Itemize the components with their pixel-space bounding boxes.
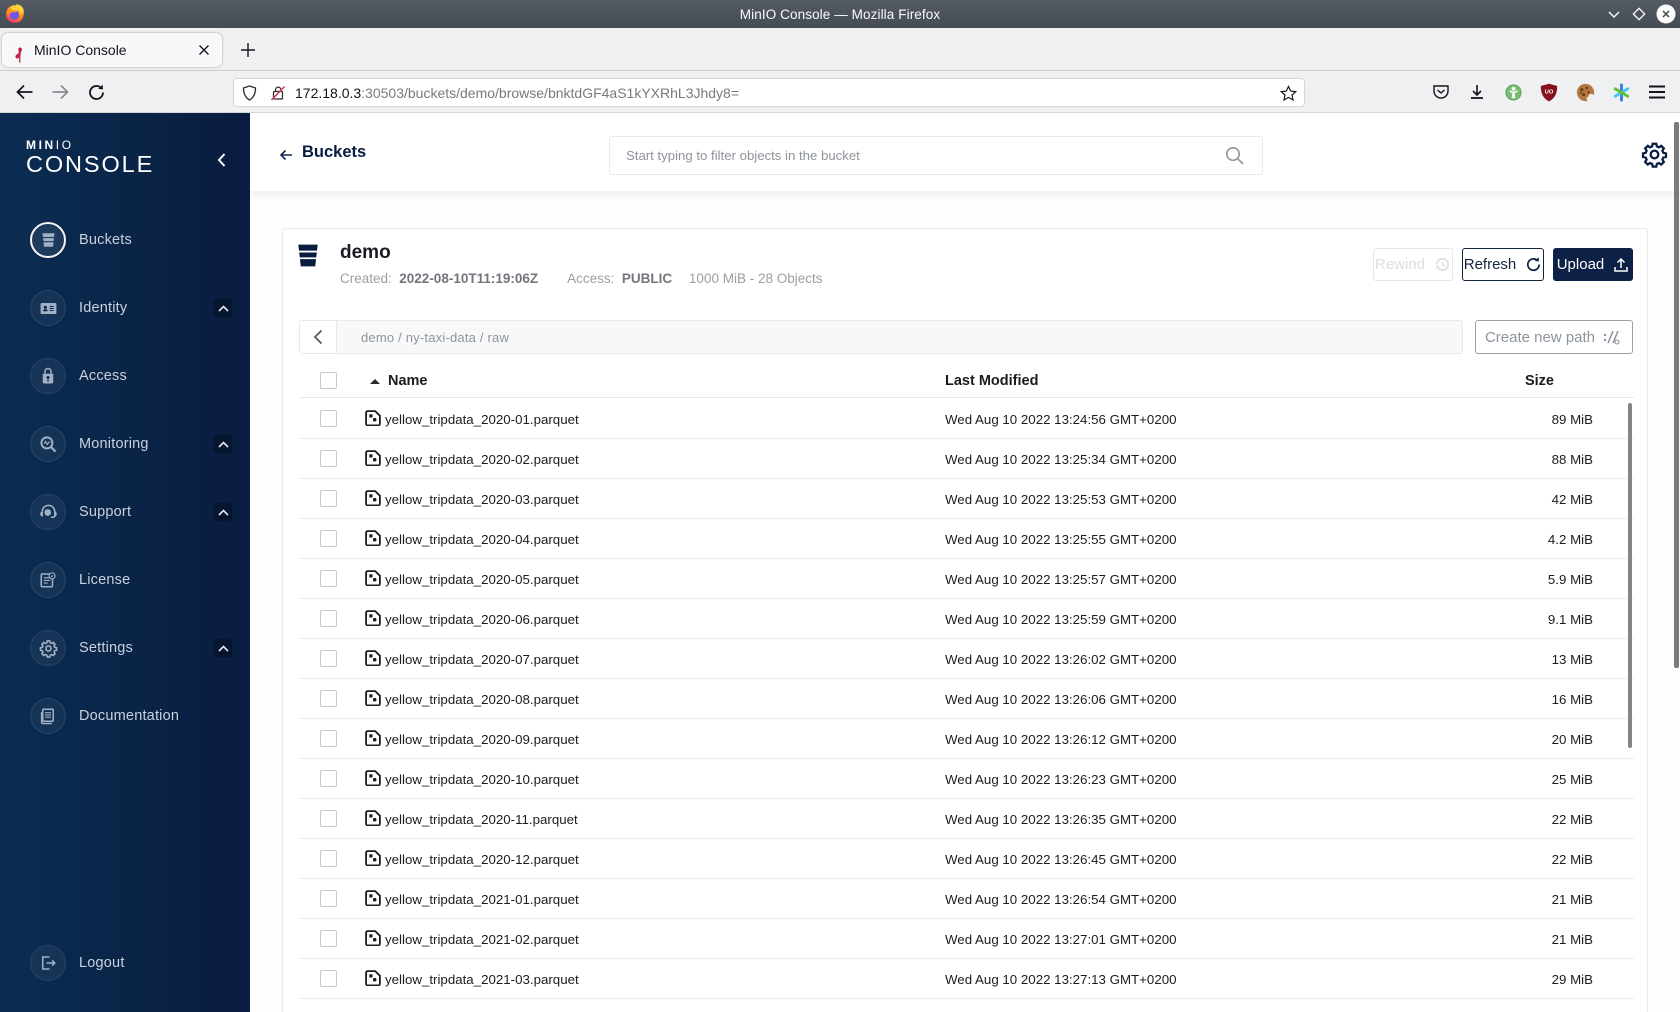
- svg-text:UO: UO: [1545, 89, 1554, 95]
